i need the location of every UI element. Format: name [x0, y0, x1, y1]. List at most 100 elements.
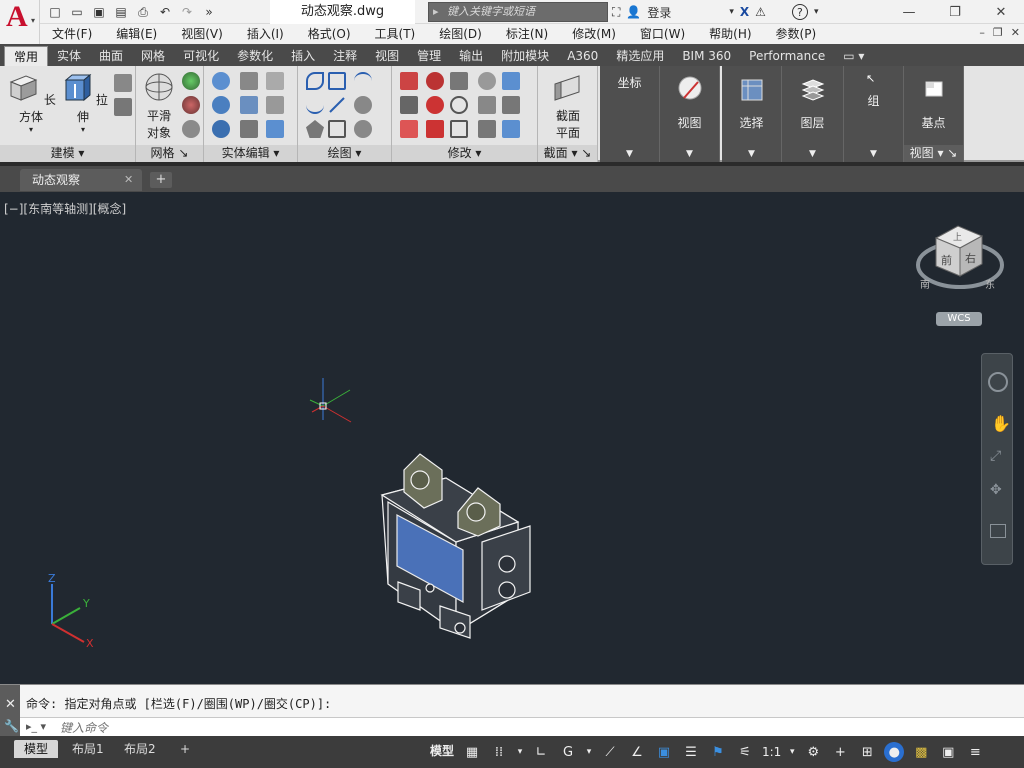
- workspace-gear-icon[interactable]: ⚙: [803, 742, 823, 762]
- interfere-icon[interactable]: [240, 72, 258, 90]
- viewcube-face-front[interactable]: 前: [941, 252, 952, 268]
- ribbon-tab-home[interactable]: 常用: [4, 46, 49, 66]
- intersect-icon[interactable]: [212, 120, 230, 138]
- section-panel-title[interactable]: 截面 ▾ ↘: [538, 145, 597, 162]
- layout-tab-1[interactable]: 布局1: [62, 740, 114, 758]
- steering-wheel-icon[interactable]: [988, 372, 1008, 392]
- units-icon[interactable]: ⊞: [857, 742, 877, 762]
- solid-edit-panel-title[interactable]: 实体编辑 ▾: [204, 145, 297, 162]
- customize-menu-icon[interactable]: ≡: [965, 742, 985, 762]
- polygon-icon[interactable]: [306, 120, 324, 138]
- align-icon[interactable]: [450, 72, 468, 90]
- exchange-icon[interactable]: X: [740, 5, 749, 19]
- union-icon[interactable]: [212, 72, 230, 90]
- lineweight-icon[interactable]: ☰: [681, 742, 701, 762]
- erase-icon[interactable]: [478, 96, 496, 114]
- menu-modify[interactable]: 修改(M): [560, 24, 628, 44]
- menu-parameters[interactable]: 参数(P): [764, 24, 829, 44]
- autoscale-icon[interactable]: ⚟: [735, 742, 755, 762]
- selection-expand-icon[interactable]: ▼: [722, 149, 781, 159]
- menu-help[interactable]: 帮助(H): [697, 24, 763, 44]
- mesh-sphere-icon[interactable]: [182, 72, 200, 90]
- file-tab-close-icon[interactable]: ✕: [124, 173, 133, 186]
- rect-array-icon[interactable]: [502, 120, 520, 138]
- menu-format[interactable]: 格式(O): [296, 24, 363, 44]
- stretch-icon[interactable]: [426, 120, 444, 138]
- polysolid-icon[interactable]: [114, 74, 132, 92]
- redo-icon[interactable]: ↷: [178, 3, 196, 21]
- ribbon-tab-performance[interactable]: Performance: [740, 46, 834, 66]
- coordinates-expand-icon[interactable]: ▼: [600, 149, 659, 159]
- isodraft-icon[interactable]: ⟋: [600, 742, 620, 762]
- new-tab-button[interactable]: +: [150, 172, 172, 188]
- viewcube-face-top[interactable]: 上: [953, 230, 962, 243]
- draw-panel-title[interactable]: 绘图 ▾: [298, 145, 391, 162]
- break-icon[interactable]: [478, 120, 496, 138]
- add-icon[interactable]: +: [830, 742, 850, 762]
- zoom-extents-icon[interactable]: ⤢: [990, 448, 1001, 464]
- layout-tab-2[interactable]: 布局2: [114, 740, 166, 758]
- new-file-icon[interactable]: □: [46, 3, 64, 21]
- ribbon-tab-featured-apps[interactable]: 精选应用: [607, 46, 673, 66]
- presspull-icon[interactable]: [114, 98, 132, 116]
- print-icon[interactable]: ⎙: [134, 3, 152, 21]
- osnap3d-icon[interactable]: ▣: [654, 742, 674, 762]
- signin-label[interactable]: 登录: [647, 4, 671, 21]
- polyline-icon[interactable]: [306, 72, 324, 90]
- wcs-button[interactable]: WCS: [936, 312, 982, 326]
- annotation-visibility-icon[interactable]: ⚑: [708, 742, 728, 762]
- menu-tools[interactable]: 工具(T): [363, 24, 428, 44]
- drawing-viewport[interactable]: [−][东南等轴测][概念] Z Y X 上 前 右 南 东 WCS ✋ ⤢ ✥: [0, 192, 1024, 684]
- ribbon-tab-view[interactable]: 视图: [366, 46, 408, 66]
- annotation-scale[interactable]: 1:1: [762, 742, 781, 762]
- slice-icon[interactable]: [240, 96, 258, 114]
- menu-file[interactable]: 文件(F): [40, 24, 104, 44]
- menu-dimension[interactable]: 标注(N): [494, 24, 560, 44]
- box-button[interactable]: 长方体 ▾: [6, 70, 56, 140]
- minimize-button[interactable]: —: [886, 0, 932, 24]
- osnap-icon[interactable]: ∠: [627, 742, 647, 762]
- mesh-refine-icon[interactable]: [182, 96, 200, 114]
- menu-insert[interactable]: 插入(I): [235, 24, 296, 44]
- polar-icon[interactable]: G: [558, 742, 578, 762]
- command-line-grip[interactable]: ✕ 🔧: [0, 685, 20, 737]
- viewcube-face-right[interactable]: 右: [965, 250, 976, 266]
- clean-screen-icon[interactable]: ▣: [938, 742, 958, 762]
- offset-icon[interactable]: [450, 96, 468, 114]
- mesh-panel-title[interactable]: 网格 ↘: [136, 145, 203, 162]
- grid-icon[interactable]: ▦: [462, 742, 482, 762]
- panel-layers[interactable]: 图层 ▼: [782, 66, 844, 162]
- add-layout-icon[interactable]: +: [170, 740, 200, 758]
- smooth-object-button[interactable]: 平滑 对象: [138, 70, 180, 140]
- pan-hand-icon[interactable]: ✋: [991, 414, 1011, 433]
- fillet-icon[interactable]: [400, 96, 418, 114]
- ribbon-tab-solid[interactable]: 实体: [48, 46, 90, 66]
- subtract-icon[interactable]: [212, 96, 230, 114]
- polar-dropdown-icon[interactable]: ▾: [585, 742, 593, 762]
- ucs-icon[interactable]: Z Y X: [48, 572, 94, 650]
- layout-tab-model[interactable]: 模型: [14, 740, 59, 758]
- copy-icon[interactable]: [478, 72, 496, 90]
- user-icon[interactable]: 👤: [626, 5, 641, 19]
- viewcube-east-label[interactable]: 东: [985, 276, 995, 291]
- circle-icon[interactable]: [354, 96, 372, 114]
- line-icon[interactable]: [328, 96, 346, 114]
- menu-edit[interactable]: 编辑(E): [104, 24, 169, 44]
- help-icon[interactable]: ?: [791, 4, 808, 20]
- snap-dropdown-icon[interactable]: ▾: [516, 742, 524, 762]
- search-input[interactable]: ▸ 键入关键字或短语: [428, 2, 608, 22]
- panel-coordinates[interactable]: 坐标 ▼: [600, 66, 660, 162]
- viewcube-south-label[interactable]: 南: [920, 276, 930, 291]
- ribbon-tab-parametric[interactable]: 参数化: [228, 46, 282, 66]
- groups-expand-icon[interactable]: ▼: [844, 149, 903, 159]
- menu-view[interactable]: 视图(V): [169, 24, 235, 44]
- imprint-icon[interactable]: [266, 96, 284, 114]
- mesh-crease-icon[interactable]: [182, 120, 200, 138]
- more-tools-icon[interactable]: »: [200, 3, 218, 21]
- command-close-icon[interactable]: ✕: [5, 697, 16, 712]
- ribbon-options-icon[interactable]: ▭ ▾: [834, 46, 873, 66]
- undo-icon[interactable]: ↶: [156, 3, 174, 21]
- showmotion-icon[interactable]: [990, 524, 1006, 538]
- view2-panel-title[interactable]: 视图 ▾ ↘: [904, 145, 963, 162]
- trim-icon[interactable]: [502, 72, 520, 90]
